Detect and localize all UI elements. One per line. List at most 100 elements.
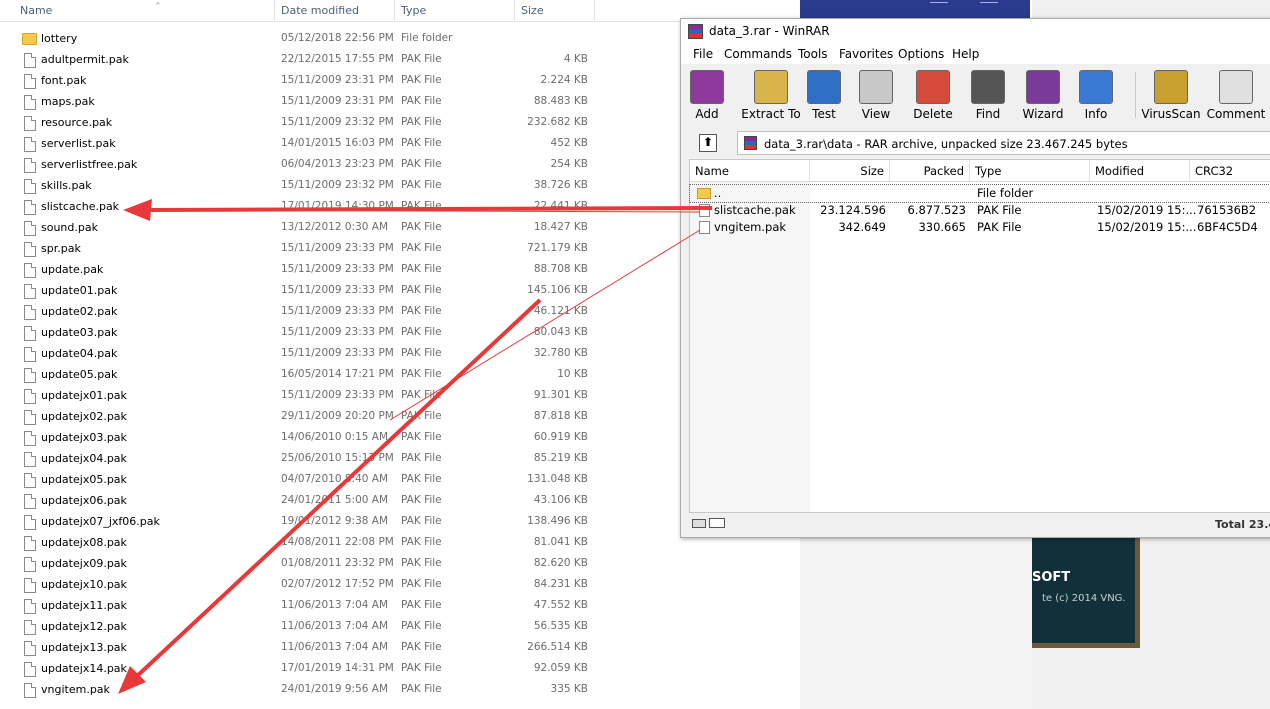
file-row[interactable]: updatejx14.pak 17/01/2019 14:31 PM PAK Fil… (0, 659, 800, 680)
date-modified: 17/01/2019 14:30 PM (281, 200, 394, 212)
file-type: PAK File (401, 599, 442, 611)
file-icon (24, 536, 36, 551)
archive-path-field[interactable]: data_3.rar\data - RAR archive, unpacked … (737, 131, 1270, 155)
file-row[interactable]: updatejx13.pak 11/06/2013 7:04 AM PAK File… (0, 638, 800, 659)
file-name: update04.pak (41, 347, 118, 360)
file-row[interactable]: vngitem.pak 24/01/2019 9:56 AM PAK File 335… (0, 680, 800, 701)
background-window-titlebar[interactable] (790, 0, 1030, 20)
add-button[interactable]: Add (675, 66, 739, 126)
file-type: PAK File (401, 326, 442, 338)
column-header-packed[interactable]: Packed (890, 160, 970, 182)
file-name: updatejx12.pak (41, 620, 127, 633)
archive-row[interactable]: slistcache.pak 23.124.596 6.877.523 PAK Fil… (690, 202, 1270, 219)
column-header-date[interactable]: Date modified (275, 0, 395, 22)
virus-scan-icon (1154, 70, 1188, 104)
view-icon (859, 70, 893, 104)
file-size: 232.682 KB (527, 116, 588, 128)
file-name: update.pak (41, 263, 104, 276)
file-size: 88.708 KB (533, 263, 588, 275)
archive-file-type: PAK File (977, 203, 1022, 217)
virusscan-button[interactable]: VirusScan (1139, 66, 1203, 126)
file-row[interactable]: updatejx09.pak 01/08/2011 23:32 PM PAK Fil… (0, 554, 800, 575)
sort-ascending-icon: ⌃ (154, 2, 162, 12)
drive-icon[interactable] (692, 519, 706, 528)
file-size: 47.552 KB (533, 599, 588, 611)
add-archive-icon (690, 70, 724, 104)
file-size: 84.231 KB (533, 578, 588, 590)
file-row[interactable]: updatejx10.pak 02/07/2012 17:52 PM PAK Fil… (0, 575, 800, 596)
file-size: 85.219 KB (533, 452, 588, 464)
file-size: 92.059 KB (533, 662, 588, 674)
file-icon (24, 389, 36, 404)
file-name: updatejx03.pak (41, 431, 127, 444)
file-type: PAK File (401, 200, 442, 212)
file-type: PAK File (401, 620, 442, 632)
file-type: PAK File (401, 158, 442, 170)
file-icon (24, 557, 36, 572)
menu-tools[interactable]: Tools (798, 47, 828, 61)
file-type: PAK File (401, 368, 442, 380)
winrar-titlebar[interactable]: data_3.rar - WinRAR (681, 19, 1270, 44)
file-type: PAK File (401, 515, 442, 527)
file-size: 254 KB (550, 158, 588, 170)
winrar-window: data_3.rar - WinRAR File Commands Tools Fav… (680, 18, 1270, 538)
file-size: 38.726 KB (533, 179, 588, 191)
file-icon (24, 200, 36, 215)
file-size: 43.106 KB (533, 494, 588, 506)
file-type: PAK File (401, 95, 442, 107)
file-type: PAK File (401, 347, 442, 359)
toolbar-label: VirusScan (1141, 107, 1201, 121)
up-folder-button[interactable]: ⬆ (699, 134, 717, 152)
address-bar: ⬆ data_3.rar\data - RAR archive, unpacke… (689, 130, 1270, 156)
comment-button[interactable]: Comment (1203, 66, 1269, 126)
file-name: sound.pak (41, 221, 98, 234)
column-header-name[interactable]: Name (690, 160, 810, 182)
minimize-icon[interactable] (930, 0, 948, 3)
archive-file-name: vngitem.pak (714, 220, 787, 234)
column-header-size[interactable]: Size (810, 160, 890, 182)
file-icon (24, 116, 36, 131)
file-type: PAK File (401, 641, 442, 653)
view-button[interactable]: View (851, 66, 901, 126)
column-header-modified[interactable]: Modified (1090, 160, 1190, 182)
maximize-icon[interactable] (980, 0, 998, 3)
menu-options[interactable]: Options (898, 47, 944, 61)
menu-favorites[interactable]: Favorites (839, 47, 893, 61)
menu-file[interactable]: File (693, 47, 713, 61)
archive-row[interactable]: vngitem.pak 342.649 330.665 PAK File 15/02/2… (690, 219, 1270, 236)
date-modified: 15/11/2009 23:33 PM (281, 389, 394, 401)
date-modified: 15/11/2009 23:31 PM (281, 95, 394, 107)
menu-commands[interactable]: Commands (724, 47, 792, 61)
extract-to-button[interactable]: Extract To (737, 66, 805, 126)
column-header-crc32[interactable]: CRC32 (1190, 160, 1270, 182)
column-header-type[interactable]: Type (395, 0, 515, 22)
file-type: PAK File (401, 536, 442, 548)
key-icon[interactable] (709, 518, 725, 528)
column-header-type[interactable]: Type (970, 160, 1090, 182)
file-name: skills.pak (41, 179, 92, 192)
toolbar: Add Extract To Test View Delete Find Wizard Inf… (689, 66, 1270, 126)
wizard-button[interactable]: Wizard (1015, 66, 1071, 126)
archive-row[interactable]: .. File folder (689, 184, 1270, 203)
date-modified: 11/06/2013 7:04 AM (281, 641, 389, 653)
date-modified: 14/06/2010 0:15 AM (281, 431, 389, 443)
folder-icon (22, 33, 37, 45)
column-header-size[interactable]: Size (515, 0, 595, 22)
find-button[interactable]: Find (963, 66, 1013, 126)
file-name: lottery (41, 32, 78, 45)
file-size: 60.919 KB (533, 431, 588, 443)
status-total-text: Total 23.467.245 bytes in 2 files (1215, 518, 1270, 531)
menu-help[interactable]: Help (952, 47, 979, 61)
column-header-name[interactable]: Name ⌃ (14, 0, 275, 22)
file-row[interactable]: updatejx11.pak 11/06/2013 7:04 AM PAK File… (0, 596, 800, 617)
file-size: 452 KB (550, 137, 588, 149)
info-button[interactable]: Info (1071, 66, 1121, 126)
file-type: PAK File (401, 431, 442, 443)
file-row[interactable]: updatejx12.pak 11/06/2013 7:04 AM PAK File… (0, 617, 800, 638)
file-type: PAK File (401, 284, 442, 296)
delete-button[interactable]: Delete (906, 66, 960, 126)
test-button[interactable]: Test (799, 66, 849, 126)
archive-packed-size: 330.665 (918, 220, 966, 234)
date-modified: 15/11/2009 23:33 PM (281, 242, 394, 254)
archive-path-text: data_3.rar\data - RAR archive, unpacked … (764, 137, 1128, 151)
